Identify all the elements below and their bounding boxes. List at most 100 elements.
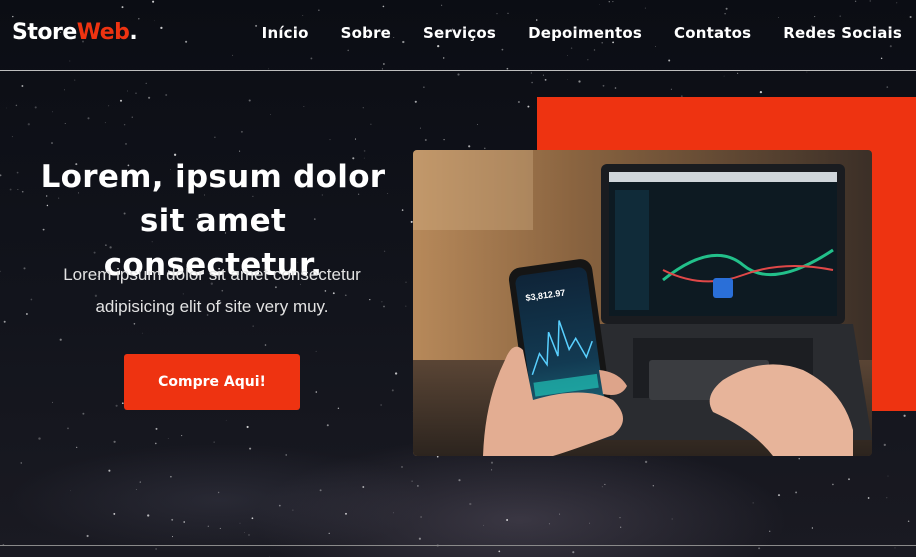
star — [38, 437, 41, 440]
star — [477, 124, 478, 125]
star — [52, 111, 53, 113]
star — [64, 89, 65, 91]
star — [490, 461, 494, 464]
brand-accent: Web — [76, 20, 130, 45]
navbar: StoreWeb. Início Sobre Serviços Depoimen… — [0, 0, 916, 70]
star — [145, 82, 147, 84]
star — [315, 350, 317, 352]
star — [213, 441, 215, 443]
star — [113, 512, 116, 515]
star — [670, 88, 672, 90]
star — [246, 425, 249, 429]
star — [848, 478, 850, 481]
star — [362, 107, 364, 109]
star — [34, 106, 37, 109]
star — [23, 267, 26, 270]
star — [6, 107, 7, 109]
star — [155, 427, 158, 430]
star — [559, 513, 561, 515]
nav-link-contatos[interactable]: Contatos — [674, 24, 751, 42]
star — [25, 313, 28, 315]
star — [239, 522, 241, 524]
star — [135, 488, 137, 490]
star — [506, 519, 509, 521]
star — [736, 72, 739, 75]
star — [652, 485, 654, 487]
star — [345, 512, 347, 515]
nav-link-sobre[interactable]: Sobre — [341, 24, 391, 42]
buy-now-button[interactable]: Compre Aqui! — [124, 354, 300, 410]
star — [87, 117, 90, 120]
star — [578, 80, 581, 83]
brand-logo[interactable]: StoreWeb. — [12, 20, 138, 45]
star — [883, 443, 886, 447]
star — [572, 551, 575, 554]
star — [21, 190, 24, 193]
star — [420, 516, 422, 518]
star — [240, 130, 243, 133]
star — [414, 100, 417, 103]
nav-link-servicos[interactable]: Serviços — [423, 24, 496, 42]
star — [903, 414, 906, 417]
star — [601, 486, 603, 488]
star — [887, 475, 889, 477]
star — [418, 537, 421, 540]
star — [567, 79, 568, 80]
star — [154, 442, 157, 445]
star — [0, 174, 2, 177]
star — [795, 491, 798, 494]
section-divider — [0, 545, 916, 546]
star — [171, 518, 174, 521]
star — [424, 139, 427, 141]
star — [108, 105, 110, 107]
star — [292, 509, 294, 511]
star — [125, 142, 127, 145]
star — [602, 84, 605, 87]
star — [548, 523, 550, 525]
star — [457, 73, 460, 76]
star — [141, 332, 143, 334]
star — [249, 447, 252, 450]
nav-link-redes-sociais[interactable]: Redes Sociais — [783, 24, 902, 42]
star — [315, 391, 318, 393]
star — [76, 446, 78, 449]
nav-link-depoimentos[interactable]: Depoimentos — [528, 24, 642, 42]
star — [252, 325, 254, 327]
star — [303, 106, 305, 107]
star — [64, 123, 66, 124]
star — [405, 305, 407, 307]
star — [248, 534, 250, 536]
star — [155, 548, 157, 550]
star — [104, 122, 106, 124]
star — [527, 105, 530, 108]
star — [483, 524, 485, 526]
nav-link-inicio[interactable]: Início — [262, 24, 309, 42]
star — [458, 479, 461, 482]
star — [362, 486, 365, 488]
star — [170, 475, 172, 478]
star — [139, 481, 141, 483]
star — [542, 74, 544, 76]
star — [469, 502, 472, 506]
star — [27, 123, 30, 126]
star — [604, 483, 606, 485]
star — [419, 127, 421, 129]
star — [131, 116, 134, 119]
star — [127, 90, 128, 92]
star — [769, 530, 771, 532]
main-menu: Início Sobre Serviços Depoimentos Contat… — [262, 24, 902, 42]
star — [135, 92, 137, 94]
star — [269, 555, 271, 557]
star — [491, 469, 493, 471]
star — [530, 72, 533, 74]
star — [9, 188, 12, 191]
star — [183, 521, 186, 523]
star — [363, 150, 366, 152]
star — [337, 407, 340, 409]
brand-name: Store — [12, 20, 77, 45]
star — [907, 520, 910, 522]
star — [589, 522, 590, 524]
star — [181, 435, 183, 437]
star — [225, 419, 227, 421]
star — [894, 547, 896, 549]
